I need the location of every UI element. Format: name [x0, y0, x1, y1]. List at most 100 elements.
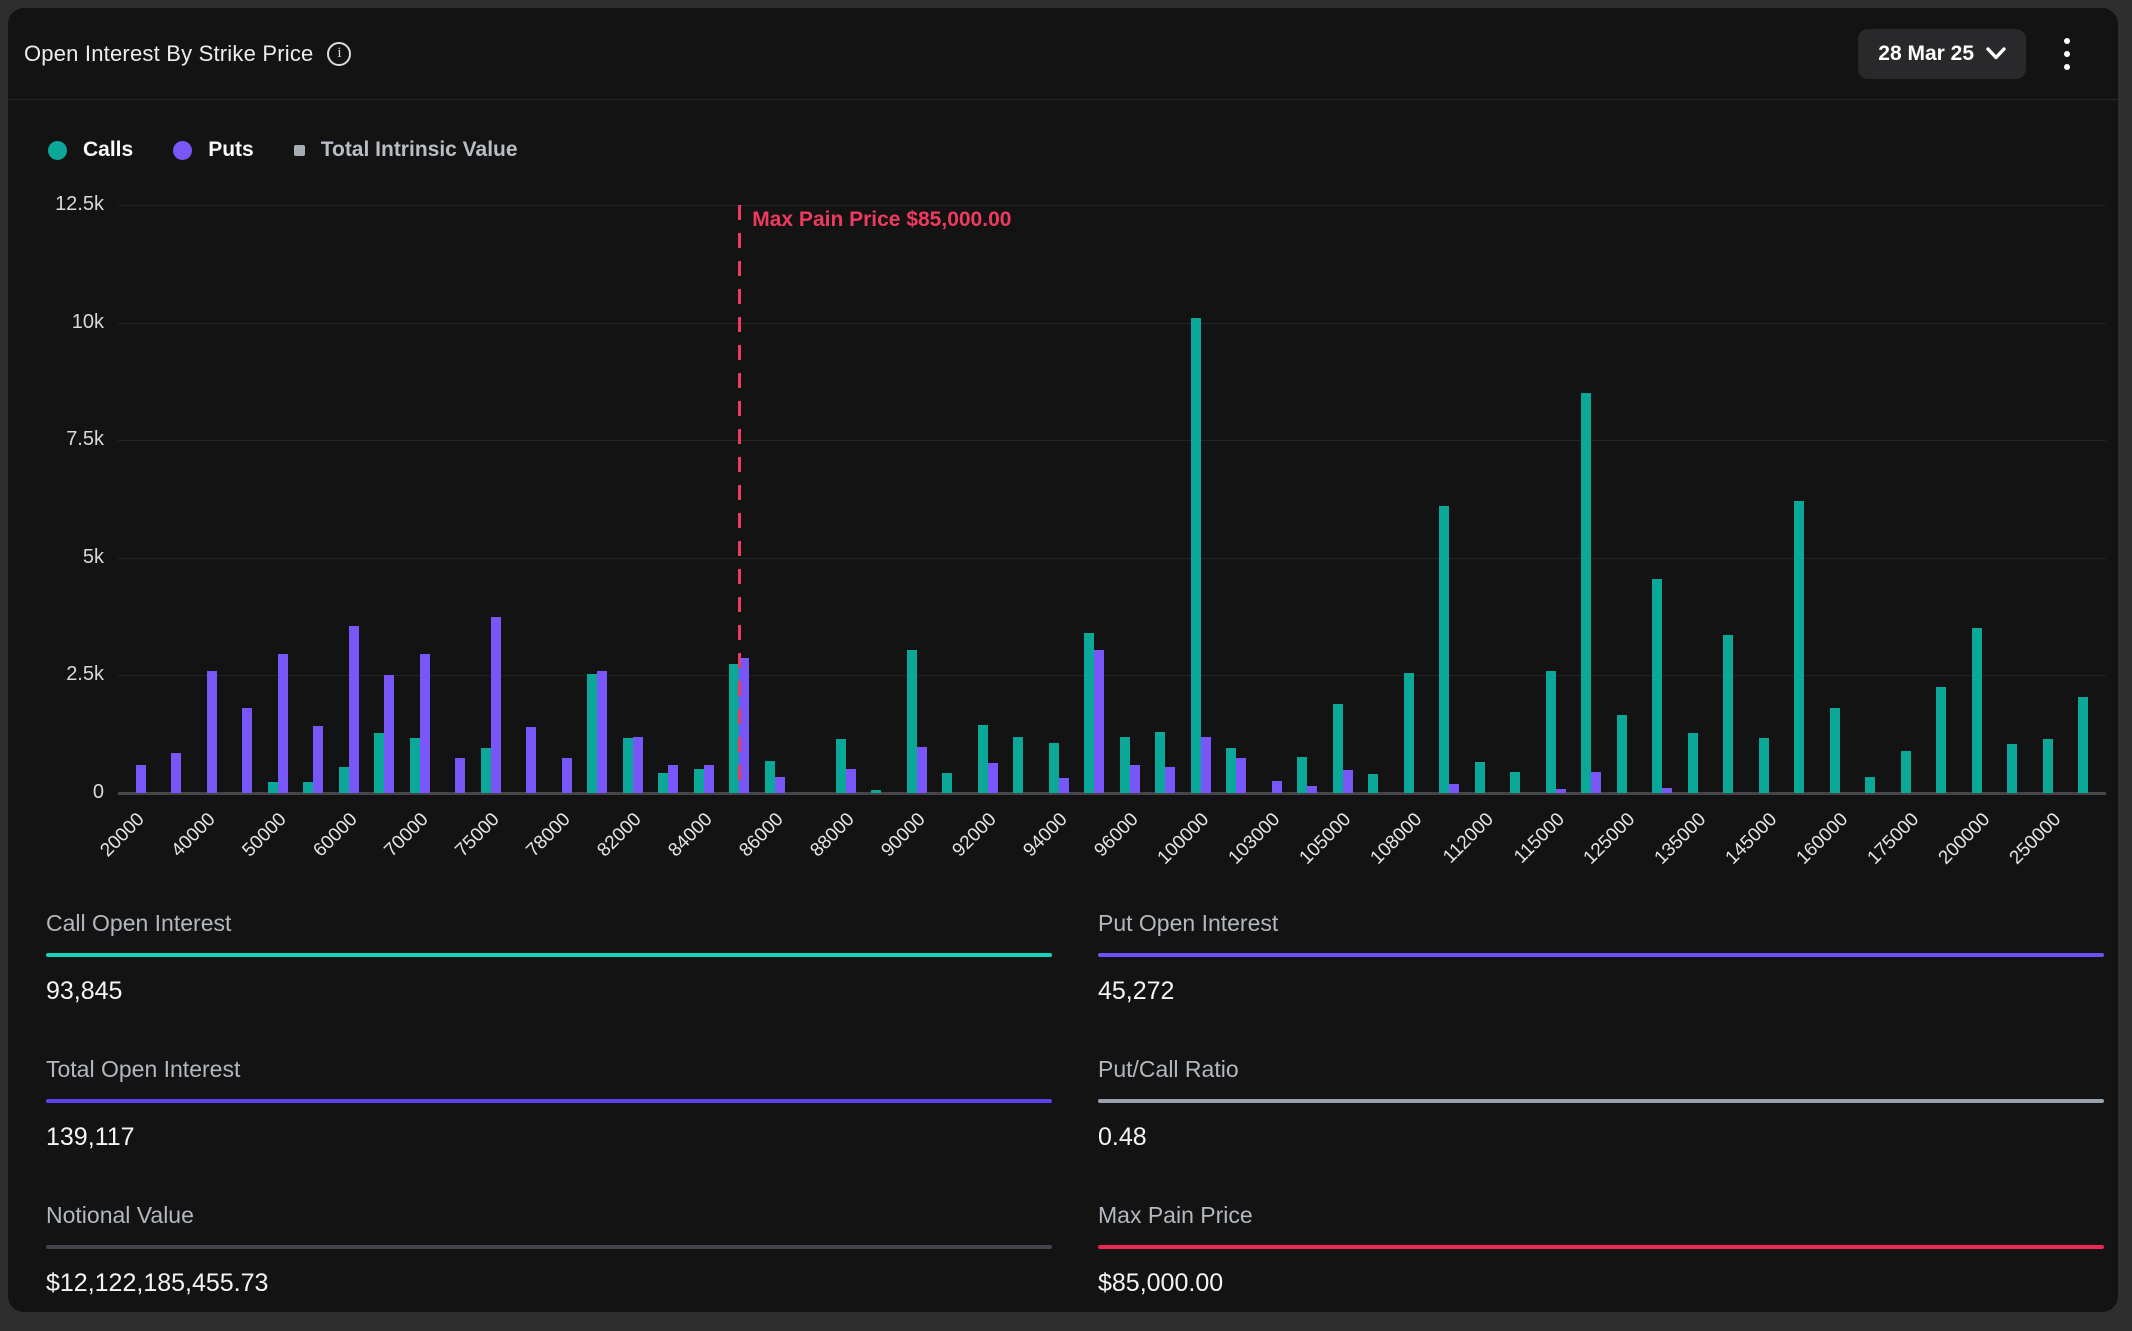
x-axis-tick-250000: 250000 [2006, 809, 2066, 869]
put-bar-78000[interactable] [562, 758, 572, 793]
legend-item-puts[interactable]: Puts [173, 138, 254, 162]
call-bar-130000[interactable] [1652, 579, 1662, 793]
x-axis-tick-100000: 100000 [1154, 809, 1214, 869]
call-bar-55000[interactable] [303, 782, 313, 793]
call-bar-92000[interactable] [978, 725, 988, 793]
put-bar-72000[interactable] [455, 758, 465, 793]
put-bar-88000[interactable] [846, 769, 856, 793]
put-bar-90000[interactable] [917, 747, 927, 793]
stat-label: Max Pain Price [1098, 1202, 2104, 1229]
call-bar-150000[interactable] [1794, 501, 1804, 793]
call-bar-70000[interactable] [410, 738, 420, 793]
call-bar-75000[interactable] [481, 748, 491, 793]
y-axis-tick-10k: 10k [8, 311, 104, 334]
put-bar-60000[interactable] [349, 626, 359, 793]
call-bar-102000[interactable] [1226, 748, 1236, 793]
put-bar-40000[interactable] [207, 671, 217, 793]
put-bar-98000[interactable] [1165, 767, 1175, 793]
put-bar-100000[interactable] [1201, 737, 1211, 793]
call-bar-88000[interactable] [836, 739, 846, 793]
x-axis-tick-70000: 70000 [380, 809, 433, 862]
put-bar-92000[interactable] [988, 763, 998, 793]
put-bar-45000[interactable] [242, 708, 252, 793]
put-bar-110000[interactable] [1449, 784, 1459, 793]
open-interest-chart: 02.5k5k7.5k10k12.5k200004000050000600007… [8, 168, 2118, 908]
call-bar-96000[interactable] [1120, 737, 1130, 793]
put-bar-83000[interactable] [668, 765, 678, 793]
call-bar-93000[interactable] [1013, 737, 1023, 793]
call-bar-120000[interactable] [1581, 393, 1591, 793]
call-bar-80000[interactable] [587, 674, 597, 793]
y-axis-tick-0: 0 [8, 781, 104, 804]
call-bar-125000[interactable] [1617, 715, 1627, 793]
put-bar-104000[interactable] [1307, 786, 1317, 793]
gridline-12.5k [118, 205, 2106, 206]
put-bar-103000[interactable] [1272, 781, 1282, 793]
call-bar-108000[interactable] [1404, 673, 1414, 793]
call-bar-82000[interactable] [623, 738, 633, 793]
info-icon[interactable]: i [327, 42, 351, 66]
call-bar-98000[interactable] [1155, 732, 1165, 793]
call-bar-65000[interactable] [374, 733, 384, 793]
call-bar-90000[interactable] [907, 650, 917, 793]
call-bar-140000[interactable] [1723, 635, 1733, 793]
call-bar-104000[interactable] [1297, 757, 1307, 793]
put-bar-50000[interactable] [278, 654, 288, 793]
call-bar-115000[interactable] [1546, 671, 1556, 793]
call-bar-145000[interactable] [1759, 738, 1769, 793]
call-bar-135000[interactable] [1688, 733, 1698, 793]
call-bar-89000[interactable] [871, 790, 881, 793]
call-bar-180000[interactable] [1936, 687, 1946, 793]
put-bar-30000[interactable] [171, 753, 181, 793]
put-bar-65000[interactable] [384, 675, 394, 793]
call-bar-100000[interactable] [1191, 318, 1201, 793]
legend-item-total-intrinsic-value[interactable]: Total Intrinsic Value [294, 138, 518, 162]
put-bar-105000[interactable] [1343, 770, 1353, 794]
call-bar-94000[interactable] [1049, 743, 1059, 793]
put-bar-82000[interactable] [633, 737, 643, 793]
call-bar-91000[interactable] [942, 773, 952, 793]
put-bar-80000[interactable] [597, 671, 607, 793]
put-bar-95000[interactable] [1094, 650, 1104, 794]
put-bar-130000[interactable] [1662, 788, 1672, 793]
put-bar-86000[interactable] [775, 777, 785, 793]
call-bar-300000[interactable] [2078, 697, 2088, 793]
stat-underline [46, 1245, 1052, 1249]
put-bar-75000[interactable] [491, 617, 501, 793]
call-bar-160000[interactable] [1830, 708, 1840, 793]
call-bar-220000[interactable] [2007, 744, 2017, 793]
expiry-date-dropdown[interactable]: 28 Mar 25 [1858, 29, 2026, 79]
call-bar-83000[interactable] [658, 773, 668, 793]
put-bar-115000[interactable] [1556, 789, 1566, 793]
call-bar-106000[interactable] [1368, 774, 1378, 793]
call-bar-170000[interactable] [1865, 777, 1875, 794]
call-bar-175000[interactable] [1901, 751, 1911, 793]
put-bar-120000[interactable] [1591, 772, 1601, 793]
call-bar-95000[interactable] [1084, 633, 1094, 793]
call-bar-200000[interactable] [1972, 628, 1982, 793]
legend-item-calls[interactable]: Calls [48, 138, 133, 162]
call-bar-105000[interactable] [1333, 704, 1343, 793]
call-bar-110000[interactable] [1439, 506, 1449, 793]
gridline-2.5k [118, 675, 2106, 676]
max-pain-line [738, 205, 741, 793]
put-bar-70000[interactable] [420, 654, 430, 793]
call-bar-86000[interactable] [765, 761, 775, 793]
call-bar-60000[interactable] [339, 767, 349, 793]
put-bar-85000[interactable] [739, 658, 749, 793]
put-bar-96000[interactable] [1130, 765, 1140, 793]
put-bar-84000[interactable] [704, 765, 714, 793]
kebab-menu-icon[interactable] [2060, 34, 2074, 74]
x-axis-tick-75000: 75000 [451, 809, 504, 862]
call-bar-250000[interactable] [2043, 739, 2053, 793]
y-axis-tick-12.5k: 12.5k [8, 193, 104, 216]
put-bar-94000[interactable] [1059, 778, 1069, 793]
put-bar-102000[interactable] [1236, 758, 1246, 793]
call-bar-114000[interactable] [1510, 772, 1520, 793]
call-bar-50000[interactable] [268, 782, 278, 793]
put-bar-76000[interactable] [526, 727, 536, 793]
call-bar-84000[interactable] [694, 769, 704, 793]
call-bar-112000[interactable] [1475, 762, 1485, 793]
put-bar-20000[interactable] [136, 765, 146, 793]
put-bar-55000[interactable] [313, 726, 323, 793]
